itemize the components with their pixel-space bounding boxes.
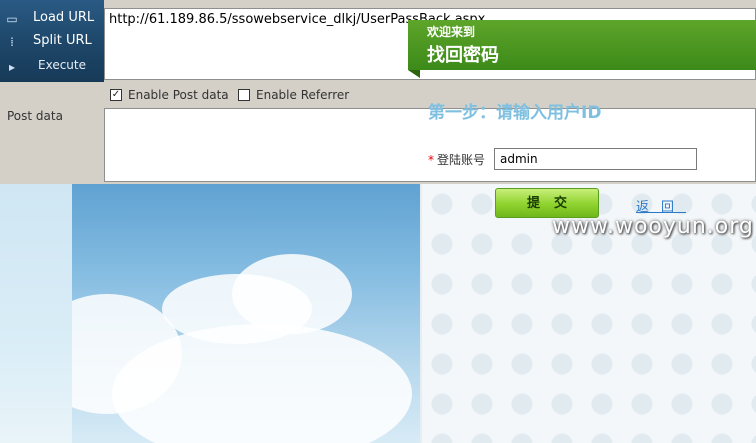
split-url-icon: ⁞ (10, 35, 14, 49)
enable-referrer-label: Enable Referrer (256, 88, 350, 102)
post-data-label: Post data (7, 109, 63, 123)
back-link[interactable]: 返回 (636, 196, 686, 215)
split-url-label: Split URL (33, 33, 92, 48)
load-url-label: Load URL (33, 10, 95, 25)
enable-post-checkbox[interactable]: ✓ (110, 89, 122, 101)
step-heading: 第一步：请输入用户ID (428, 103, 602, 123)
enable-post-label: Enable Post data (128, 88, 229, 102)
enable-referrer-checkbox[interactable] (238, 89, 250, 101)
execute-icon: ▸ (8, 60, 16, 74)
required-mark: * (428, 153, 434, 167)
execute-label: Execute (38, 58, 86, 72)
load-url-icon: ▭ (6, 12, 18, 26)
cloud (232, 254, 352, 334)
welcome-text: 欢迎来到 (427, 25, 476, 39)
page-title: 找回密码 (427, 45, 499, 66)
split-url-button[interactable]: ⁞ Split URL (0, 31, 104, 53)
account-label-text: 登陆账号 (437, 153, 486, 167)
banner-notch (408, 70, 420, 78)
execute-button[interactable]: ▸ Execute (0, 56, 104, 78)
watermark: www.wooyun.org (552, 214, 754, 239)
background-left (0, 184, 73, 443)
account-input[interactable] (494, 148, 697, 170)
load-url-button[interactable]: ▭ Load URL (0, 8, 104, 30)
hackbar-menu: ▭ Load URL ⁞ Split URL ▸ Execute (0, 0, 104, 82)
account-label: * 登陆账号 (428, 151, 485, 168)
sky-image (72, 184, 420, 443)
